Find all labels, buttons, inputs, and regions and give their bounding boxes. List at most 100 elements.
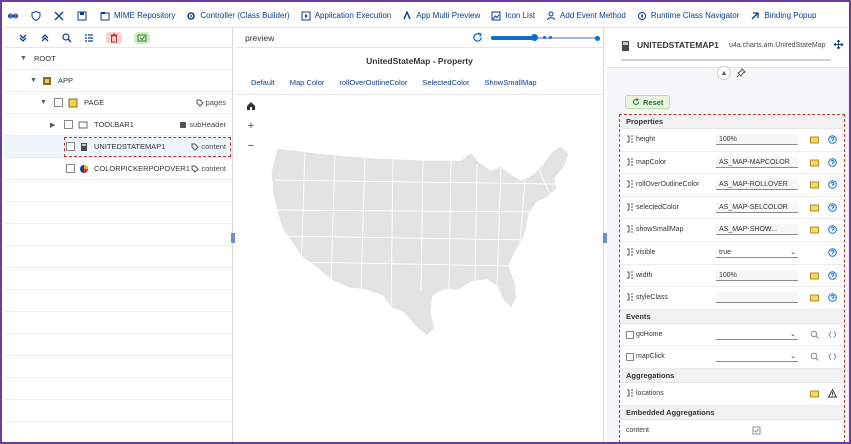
tree-empty-row (4, 334, 232, 356)
tree-node-unitedstatemap1[interactable]: UNITEDSTATEMAP1 content (4, 136, 232, 158)
tab-default[interactable]: Default (251, 78, 275, 87)
event-search-icon[interactable] (810, 352, 819, 362)
property-value-input[interactable]: AS_MAP-SHOW... (716, 224, 798, 236)
node-checkbox[interactable] (64, 120, 73, 129)
folder-icon[interactable] (810, 180, 819, 189)
save-icon[interactable] (77, 11, 87, 21)
property-row-showsmallmap: showSmallMap AS_MAP-SHOW... (620, 219, 844, 242)
property-name: rollOverOutlineColor (636, 181, 700, 189)
copy-icon[interactable] (134, 31, 150, 44)
link-icon[interactable] (8, 11, 18, 21)
property-value-input[interactable]: AS_MAP-MAPCOLOR (716, 156, 798, 168)
slider-knob[interactable] (531, 34, 539, 41)
app-multi-preview-button[interactable]: App Multi Preview (402, 10, 480, 21)
tree-node-label: COLORPICKERPOPOVER1 (94, 164, 190, 173)
tree-node-toolbar1[interactable]: ▶ TOOLBAR1 subHeader (4, 114, 232, 136)
event-handler-select[interactable]: ⌄ (716, 351, 798, 363)
collapse-all-icon[interactable] (40, 33, 50, 43)
runtime-class-navigator-button[interactable]: Runtime Class Navigator (637, 11, 739, 21)
collapse-arrow-icon[interactable]: ▼ (30, 77, 37, 84)
app-window: MIME Repository Controller (Class Builde… (0, 0, 851, 444)
node-checkbox[interactable] (54, 98, 63, 107)
help-icon[interactable] (828, 225, 837, 235)
list-icon[interactable] (84, 33, 94, 43)
help-icon[interactable] (828, 270, 837, 280)
zoom-out-icon[interactable]: − (245, 140, 257, 152)
tree-node-root[interactable]: ▼ ROOT (4, 48, 232, 70)
reset-button[interactable]: Reset (625, 95, 671, 109)
property-value-input[interactable] (716, 292, 798, 304)
zoom-in-icon[interactable]: + (245, 120, 257, 132)
mime-repository-button[interactable]: MIME Repository (100, 11, 175, 21)
add-event-method-button[interactable]: Add Event Method (546, 11, 626, 21)
search-icon[interactable] (62, 32, 72, 43)
expand-all-icon[interactable] (18, 33, 28, 43)
expand-arrow-icon[interactable]: ▶ (50, 121, 55, 129)
tree-node-app[interactable]: ▼ APP (4, 70, 232, 92)
application-execution-button[interactable]: Application Execution (301, 11, 391, 21)
tab-rollover-outline-color[interactable]: rollOverOutlineColor (339, 78, 407, 87)
folder-icon[interactable] (810, 293, 819, 302)
move-icon[interactable] (834, 40, 843, 49)
event-checkbox[interactable] (626, 353, 634, 362)
folder-icon[interactable] (810, 225, 819, 234)
warning-icon[interactable] (828, 388, 837, 398)
help-icon[interactable] (828, 180, 837, 189)
home-icon[interactable] (245, 100, 257, 112)
tree-node-colorpickerpopover1[interactable]: COLORPICKERPOPOVER1 content (4, 158, 232, 180)
tree-node-page[interactable]: ▼ PAGE pages (4, 92, 232, 114)
help-icon[interactable] (828, 135, 837, 144)
united-states-map[interactable] (265, 140, 585, 350)
binding-popup-button[interactable]: Binding Popup (750, 11, 816, 21)
pin-icon[interactable] (736, 68, 746, 78)
help-icon[interactable] (828, 202, 837, 212)
event-search-icon[interactable] (810, 330, 819, 339)
embedded-checkbox-icon[interactable] (752, 426, 761, 435)
folder-icon[interactable] (810, 203, 819, 212)
aggregation-icon (627, 389, 633, 397)
embedded-aggregation-name: content (626, 426, 649, 434)
tab-show-small-map[interactable]: ShowSmallMap (484, 78, 536, 87)
folder-icon[interactable] (810, 389, 819, 398)
help-icon[interactable] (828, 157, 837, 167)
code-link-icon[interactable] (828, 330, 837, 339)
tree-empty-row (4, 422, 232, 442)
collapse-header-icon[interactable]: ▲ (717, 66, 731, 80)
node-checkbox[interactable] (66, 164, 75, 173)
expand-icon[interactable] (54, 11, 64, 21)
property-value-input[interactable]: 100% (716, 269, 798, 281)
tab-map-color[interactable]: Map Color (290, 78, 325, 87)
property-value-input[interactable]: AS_MAP-ROLLOVER (716, 179, 798, 191)
refresh-icon[interactable] (472, 32, 483, 43)
help-icon[interactable] (828, 293, 837, 302)
property-value-select[interactable]: true ⌄ (716, 246, 798, 258)
collapse-arrow-icon[interactable]: ▼ (20, 55, 27, 62)
event-handler-select[interactable]: ⌄ (716, 328, 798, 340)
reset-label: Reset (643, 97, 664, 107)
event-checkbox[interactable] (626, 330, 634, 339)
property-row-selectedcolor: selectedColor AS_MAP-SELCOLOR (620, 197, 844, 220)
preview-size-slider[interactable] (491, 34, 600, 41)
tree-node-label: TOOLBAR1 (94, 120, 134, 129)
tree-node-type: pages (196, 98, 226, 107)
code-link-icon[interactable] (828, 352, 837, 361)
shield-icon[interactable] (31, 10, 41, 21)
help-icon[interactable] (828, 248, 837, 257)
property-value-input[interactable]: AS_MAP-SELCOLOR (716, 201, 798, 213)
folder-icon[interactable] (810, 135, 819, 144)
selection-highlight (64, 137, 231, 157)
us-mainland-shape[interactable] (270, 145, 570, 337)
property-value-input[interactable]: 100% (716, 134, 798, 145)
controller-button[interactable]: Controller (Class Builder) (186, 11, 290, 21)
tree-empty-row (4, 356, 232, 378)
tab-selected-color[interactable]: SelectedColor (422, 78, 469, 87)
delete-icon[interactable] (106, 31, 122, 44)
folder-icon[interactable] (810, 271, 819, 280)
collapse-arrow-icon[interactable]: ▼ (40, 99, 47, 106)
event-name: mapClick (636, 353, 665, 361)
slider-end-knob[interactable] (595, 35, 600, 41)
icon-list-button[interactable]: Icon List (491, 11, 535, 21)
controller-label: Controller (Class Builder) (200, 11, 290, 20)
binding-popup-label: Binding Popup (764, 11, 817, 20)
folder-icon[interactable] (810, 158, 819, 167)
